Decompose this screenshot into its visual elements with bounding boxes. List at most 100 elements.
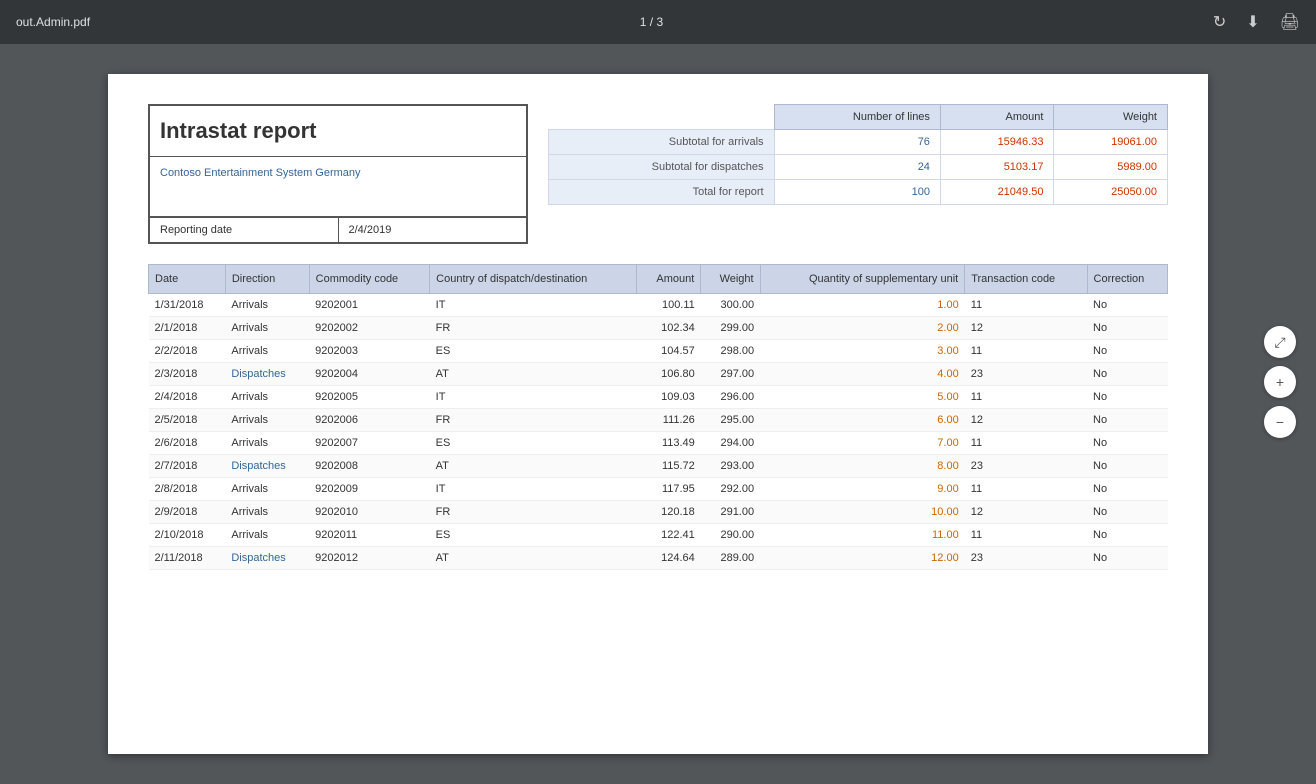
cell-correction: No [1087,340,1167,363]
cell-amount: 100.11 [637,294,701,317]
cell-commodity: 9202005 [309,386,430,409]
filename-label: out.Admin.pdf [16,15,90,29]
cell-date: 2/5/2018 [149,409,226,432]
summary-col-amount: Amount [940,105,1054,130]
cell-transaction: 11 [965,340,1087,363]
cell-correction: No [1087,547,1167,570]
cell-correction: No [1087,478,1167,501]
cell-transaction: 12 [965,317,1087,340]
cell-commodity: 9202002 [309,317,430,340]
fit-zoom-button[interactable]: ⤢ [1264,326,1296,358]
cell-amount: 102.34 [637,317,701,340]
summary-weight: 5989.00 [1054,155,1168,180]
cell-direction: Arrivals [225,294,309,317]
cell-correction: No [1087,386,1167,409]
cell-quantity: 6.00 [760,409,965,432]
summary-lines: 24 [774,155,940,180]
cell-country: ES [430,524,637,547]
summary-lines: 100 [774,180,940,205]
cell-transaction: 12 [965,501,1087,524]
download-icon[interactable]: ⬇ [1246,12,1259,32]
cell-amount: 115.72 [637,455,701,478]
data-table: Date Direction Commodity code Country of… [148,264,1168,570]
cell-date: 2/8/2018 [149,478,226,501]
cell-date: 2/11/2018 [149,547,226,570]
reporting-date-label: Reporting date [150,218,339,242]
cell-quantity: 7.00 [760,432,965,455]
header-section: Intrastat report Contoso Entertainment S… [148,104,1168,244]
cell-commodity: 9202007 [309,432,430,455]
cell-direction: Arrivals [225,432,309,455]
zoom-out-button[interactable]: − [1264,406,1296,438]
cell-amount: 111.26 [637,409,701,432]
cell-correction: No [1087,409,1167,432]
cell-correction: No [1087,294,1167,317]
summary-row: Subtotal for dispatches 24 5103.17 5989.… [549,155,1168,180]
report-date-row: Reporting date 2/4/2019 [150,217,526,242]
table-row: 2/11/2018 Dispatches 9202012 AT 124.64 2… [149,547,1168,570]
cell-date: 2/10/2018 [149,524,226,547]
cell-commodity: 9202006 [309,409,430,432]
summary-amount: 21049.50 [940,180,1054,205]
cell-country: IT [430,294,637,317]
cell-direction: Dispatches [225,547,309,570]
zoom-controls: ⤢ + − [1264,326,1296,438]
toolbar-actions: ↻ ⬇ 🖨 [1213,12,1300,32]
cell-weight: 293.00 [701,455,760,478]
cell-direction: Dispatches [225,455,309,478]
summary-row: Subtotal for arrivals 76 15946.33 19061.… [549,130,1168,155]
cell-commodity: 9202008 [309,455,430,478]
cell-direction: Arrivals [225,524,309,547]
cell-country: AT [430,547,637,570]
cell-correction: No [1087,363,1167,386]
cell-weight: 289.00 [701,547,760,570]
cell-commodity: 9202001 [309,294,430,317]
summary-amount: 15946.33 [940,130,1054,155]
cell-commodity: 9202010 [309,501,430,524]
table-row: 2/3/2018 Dispatches 9202004 AT 106.80 29… [149,363,1168,386]
cell-date: 2/4/2018 [149,386,226,409]
cell-commodity: 9202011 [309,524,430,547]
zoom-in-button[interactable]: + [1264,366,1296,398]
table-row: 2/1/2018 Arrivals 9202002 FR 102.34 299.… [149,317,1168,340]
summary-label: Subtotal for arrivals [549,130,775,155]
company-name: Contoso Entertainment System Germany [160,167,361,179]
col-weight: Weight [701,265,760,294]
summary-table: Number of lines Amount Weight Subtotal f… [548,104,1168,205]
cell-transaction: 11 [965,478,1087,501]
summary-col-lines: Number of lines [774,105,940,130]
cell-correction: No [1087,524,1167,547]
cell-weight: 291.00 [701,501,760,524]
pdf-page: Intrastat report Contoso Entertainment S… [108,74,1208,754]
cell-commodity: 9202009 [309,478,430,501]
cell-date: 2/1/2018 [149,317,226,340]
summary-label: Subtotal for dispatches [549,155,775,180]
cell-transaction: 11 [965,386,1087,409]
refresh-icon[interactable]: ↻ [1213,12,1226,32]
table-row: 1/31/2018 Arrivals 9202001 IT 100.11 300… [149,294,1168,317]
print-icon[interactable]: 🖨 [1280,12,1300,32]
cell-amount: 113.49 [637,432,701,455]
col-quantity: Quantity of supplementary unit [760,265,965,294]
cell-direction: Arrivals [225,340,309,363]
report-company-row: Contoso Entertainment System Germany [150,157,526,217]
pdf-viewer: Intrastat report Contoso Entertainment S… [0,44,1316,784]
cell-direction: Arrivals [225,317,309,340]
report-title-row: Intrastat report [150,106,526,157]
cell-transaction: 23 [965,455,1087,478]
table-row: 2/4/2018 Arrivals 9202005 IT 109.03 296.… [149,386,1168,409]
cell-weight: 299.00 [701,317,760,340]
cell-quantity: 11.00 [760,524,965,547]
cell-commodity: 9202003 [309,340,430,363]
cell-weight: 300.00 [701,294,760,317]
cell-direction: Dispatches [225,363,309,386]
cell-transaction: 23 [965,547,1087,570]
cell-quantity: 10.00 [760,501,965,524]
table-row: 2/9/2018 Arrivals 9202010 FR 120.18 291.… [149,501,1168,524]
cell-weight: 295.00 [701,409,760,432]
col-amount: Amount [637,265,701,294]
cell-amount: 120.18 [637,501,701,524]
cell-weight: 297.00 [701,363,760,386]
col-correction: Correction [1087,265,1167,294]
toolbar: out.Admin.pdf 1 / 3 ↻ ⬇ 🖨 [0,0,1316,44]
